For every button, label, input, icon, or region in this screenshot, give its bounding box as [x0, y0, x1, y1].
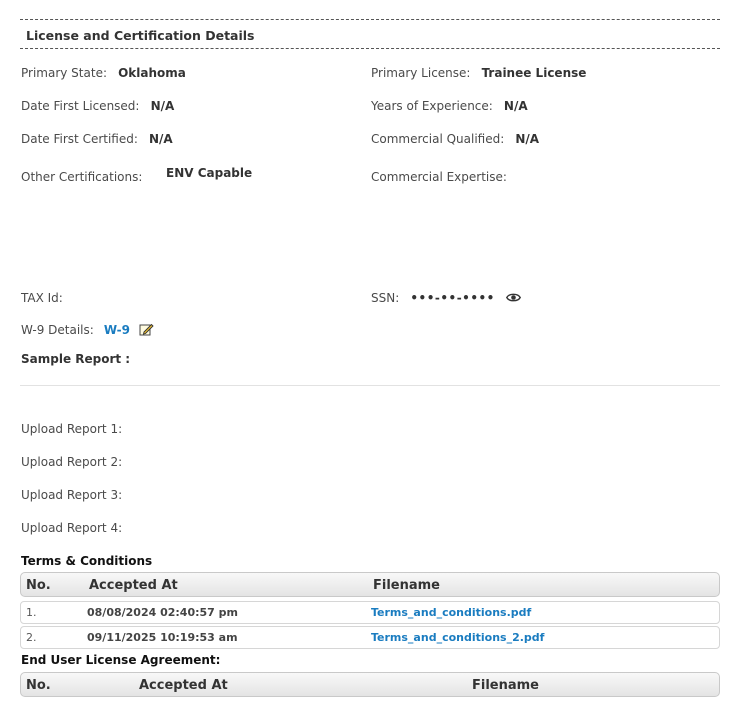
commercial-qualified-label: Commercial Qualified:: [371, 132, 505, 146]
edit-icon[interactable]: [139, 319, 154, 338]
other-certifications-value: ENV Capable: [166, 166, 253, 180]
upload-report-3-label: Upload Report 3:: [21, 488, 123, 502]
row-number: 1.: [26, 606, 37, 619]
upload-report-4-label: Upload Report 4:: [21, 521, 123, 535]
eye-icon[interactable]: [505, 291, 521, 306]
commercial-expertise-row: Commercial Expertise:: [371, 166, 513, 185]
w9-link[interactable]: W-9: [104, 323, 130, 337]
w9-label: W-9 Details:: [21, 323, 94, 337]
primary-license-row: Primary License: Trainee License: [371, 62, 586, 81]
commercial-qualified-row: Commercial Qualified: N/A: [371, 128, 539, 147]
eula-col-accepted: Accepted At: [139, 678, 228, 693]
row-accepted-at: 09/11/2025 10:19:53 am: [87, 631, 238, 644]
row-accepted-at: 08/08/2024 02:40:57 pm: [87, 606, 238, 619]
ssn-label: SSN:: [371, 291, 400, 305]
commercial-qualified-value: N/A: [515, 132, 540, 146]
eula-table-header: No. Accepted At Filename: [20, 672, 720, 697]
tax-id-row: TAX Id:: [21, 287, 69, 306]
row-filename-link[interactable]: Terms_and_conditions.pdf: [371, 606, 531, 619]
date-first-certified-row: Date First Certified: N/A: [21, 128, 173, 147]
date-first-certified-label: Date First Certified:: [21, 132, 138, 146]
table-row: 2. 09/11/2025 10:19:53 am Terms_and_cond…: [20, 626, 720, 649]
date-first-licensed-value: N/A: [150, 99, 175, 113]
section-title: License and Certification Details: [26, 28, 255, 43]
terms-title: Terms & Conditions: [21, 554, 153, 568]
divider-top: [20, 19, 720, 20]
ssn-value: •••-••-••••: [410, 291, 495, 305]
tax-id-label: TAX Id:: [21, 291, 63, 305]
date-first-licensed-row: Date First Licensed: N/A: [21, 95, 174, 114]
primary-license-value: Trainee License: [481, 66, 587, 80]
primary-state-row: Primary State: Oklahoma: [21, 62, 186, 81]
sample-report-label: Sample Report :: [21, 352, 131, 366]
commercial-expertise-label: Commercial Expertise:: [371, 170, 507, 184]
w9-row: W-9 Details: W-9: [21, 319, 154, 338]
eula-title: End User License Agreement:: [21, 653, 221, 667]
row-filename-link[interactable]: Terms_and_conditions_2.pdf: [371, 631, 544, 644]
primary-state-label: Primary State:: [21, 66, 107, 80]
terms-table-header: No. Accepted At Filename: [20, 572, 720, 597]
upload-report-1-label: Upload Report 1:: [21, 422, 123, 436]
table-row: 1. 08/08/2024 02:40:57 pm Terms_and_cond…: [20, 601, 720, 624]
years-experience-label: Years of Experience:: [371, 99, 493, 113]
row-number: 2.: [26, 631, 37, 644]
primary-license-label: Primary License:: [371, 66, 471, 80]
years-experience-value: N/A: [503, 99, 528, 113]
terms-col-accepted: Accepted At: [89, 578, 178, 593]
ssn-row: SSN: •••-••-••••: [371, 287, 521, 306]
primary-state-value: Oklahoma: [118, 66, 186, 80]
other-certifications-row: Other Certifications:: [21, 166, 142, 185]
terms-col-filename: Filename: [373, 578, 440, 593]
other-certifications-label: Other Certifications:: [21, 170, 143, 184]
terms-col-no: No.: [26, 578, 51, 593]
years-experience-row: Years of Experience: N/A: [371, 95, 528, 114]
date-first-certified-value: N/A: [149, 132, 173, 146]
divider-uploads: [20, 385, 720, 386]
date-first-licensed-label: Date First Licensed:: [21, 99, 140, 113]
eula-col-no: No.: [26, 678, 51, 693]
divider-header: [20, 48, 720, 49]
upload-report-2-label: Upload Report 2:: [21, 455, 123, 469]
eula-col-filename: Filename: [472, 678, 539, 693]
